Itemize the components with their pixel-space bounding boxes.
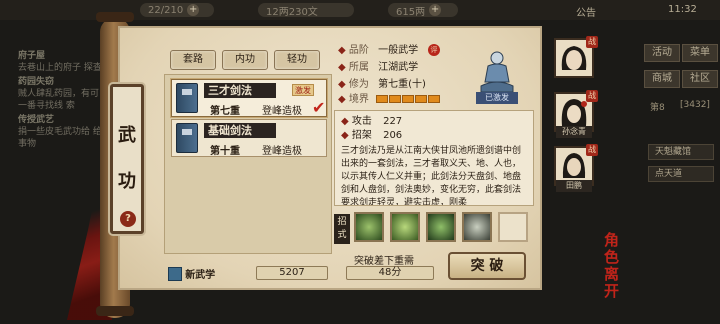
realm-label: 境界 bbox=[348, 94, 369, 105]
book-icon bbox=[176, 83, 198, 113]
cultivation-row: ◆ 修为 第七重(十) bbox=[338, 79, 426, 90]
parry-label: 招架 bbox=[351, 130, 372, 141]
help-button[interactable]: ? bbox=[120, 211, 136, 227]
belong-label: 所属 bbox=[348, 62, 369, 73]
attack-label: 攻击 bbox=[351, 116, 372, 127]
skill-name: 三才剑法 bbox=[204, 83, 276, 98]
parry-value: 206 bbox=[383, 130, 403, 141]
attack-row: ◆ 攻击 227 bbox=[341, 116, 403, 127]
realm-segment bbox=[415, 95, 427, 103]
tab-lightness[interactable]: 轻功 bbox=[274, 50, 320, 70]
stamina-value: 22/210 bbox=[148, 4, 184, 16]
tab-inner-skill[interactable]: 内功 bbox=[222, 50, 268, 70]
book-icon bbox=[176, 123, 198, 153]
menu-button[interactable]: 菜单 bbox=[682, 44, 718, 62]
belong-row: ◆ 所属 江湖武学 bbox=[338, 62, 419, 73]
skill-stage: 登峰造极 bbox=[262, 146, 302, 157]
stamina-display: 22/210 + bbox=[140, 3, 214, 17]
grade-label: 品阶 bbox=[348, 45, 369, 56]
battle-badge: 战 bbox=[586, 36, 598, 48]
points-value: 5207 bbox=[279, 267, 305, 278]
skill-card-basic-sword[interactable]: 基础剑法 第十重 登峰造极 bbox=[171, 119, 327, 157]
realm-segment bbox=[428, 95, 440, 103]
realm-bar bbox=[376, 95, 440, 103]
skill-name: 基础剑法 bbox=[204, 123, 276, 138]
activity-button[interactable]: 活动 bbox=[644, 44, 680, 62]
scroll-cap-bottom bbox=[96, 306, 134, 316]
checkmark-icon: ✔ bbox=[312, 98, 326, 117]
silver-display: 615两 + bbox=[388, 3, 458, 18]
parry-row: ◆ 招架 206 bbox=[341, 130, 403, 141]
scroll-cap-top bbox=[96, 12, 134, 22]
breakthrough-button[interactable]: 突 破 bbox=[448, 252, 526, 280]
pavilion-pill[interactable]: 天魁藏馆 bbox=[648, 144, 714, 160]
panel-title-char-1: 武 bbox=[118, 125, 136, 146]
skill-level: 第七重 bbox=[210, 106, 240, 117]
rank-value: [3432] bbox=[680, 100, 710, 110]
attack-value: 227 bbox=[383, 116, 403, 127]
move-slot-2[interactable] bbox=[390, 212, 420, 242]
character-name: 田鹏 bbox=[556, 180, 592, 192]
move-slot-3[interactable] bbox=[426, 212, 456, 242]
skill-list: 三才剑法 第七重 登峰造极 激发 ✔ 基础剑法 第十重 登峰造极 bbox=[164, 74, 332, 254]
cultivation-value: 第七重(十) bbox=[378, 79, 426, 90]
community-button[interactable]: 社区 bbox=[682, 70, 718, 88]
tab-routine[interactable]: 套路 bbox=[170, 50, 216, 70]
cultivation-label: 修为 bbox=[348, 79, 369, 90]
points-display: 5207 bbox=[256, 266, 328, 280]
character-name: 孙念青 bbox=[556, 126, 592, 138]
copper-display: 12两230文 bbox=[258, 3, 354, 18]
realm-segment bbox=[376, 95, 388, 103]
realm-segment bbox=[402, 95, 414, 103]
new-skill-label: 新武学 bbox=[185, 270, 216, 281]
move-slot-4[interactable] bbox=[462, 212, 492, 242]
avatar-status: 已激发 bbox=[476, 92, 518, 104]
dao-pill[interactable]: 点天道 bbox=[648, 166, 714, 182]
belong-value: 江湖武学 bbox=[378, 62, 419, 73]
add-silver-button[interactable]: + bbox=[429, 4, 442, 16]
grade-value: 一般武学 bbox=[378, 45, 419, 56]
title-plate: 武 功 ? bbox=[110, 84, 144, 234]
move-slot-1[interactable] bbox=[354, 212, 384, 242]
activated-badge: 激发 bbox=[292, 84, 314, 96]
realm-row: ◆ 境界 bbox=[338, 94, 369, 105]
notice-button[interactable]: 公告 bbox=[576, 4, 596, 19]
copper-value: 12两230文 bbox=[266, 6, 318, 18]
skill-description: 三才剑法乃是从江南大侠甘凤池所遗剑谱中创出来的一套剑法，三才者取义天、地、人也，… bbox=[341, 146, 522, 206]
rank-text: 第8 bbox=[650, 103, 665, 113]
skill-description-box[interactable]: ◆ 攻击 227 ◆ 招架 206 三才剑法乃是从江南大侠甘凤池所遗剑谱中创出来… bbox=[334, 110, 534, 206]
breakthrough-value: 48分 bbox=[378, 267, 402, 278]
move-slot-5[interactable] bbox=[498, 212, 528, 242]
add-stamina-button[interactable]: + bbox=[187, 4, 200, 16]
shop-button[interactable]: 商城 bbox=[644, 70, 680, 88]
character-leave-button[interactable]: 角色 离开 bbox=[604, 232, 622, 300]
grade-seal-icon: 评 bbox=[428, 44, 440, 56]
panel-title-char-2: 功 bbox=[118, 171, 136, 192]
clock: 11:32 bbox=[668, 4, 697, 15]
moves-label: 招式 bbox=[334, 214, 350, 244]
realm-segment bbox=[389, 95, 401, 103]
new-book-icon bbox=[168, 266, 182, 281]
silver-value: 615两 bbox=[396, 6, 426, 18]
battle-badge: 战 bbox=[586, 144, 598, 156]
skill-level: 第十重 bbox=[210, 146, 240, 157]
skill-stage: 登峰造极 bbox=[262, 106, 302, 117]
meditating-figure-icon bbox=[480, 51, 514, 93]
grade-row: ◆ 品阶 一般武学 bbox=[338, 45, 419, 56]
battle-badge: 战 bbox=[586, 90, 598, 102]
skill-card-sancai[interactable]: 三才剑法 第七重 登峰造极 激发 ✔ bbox=[171, 79, 327, 117]
new-skill-button[interactable]: 新武学 bbox=[168, 266, 215, 281]
breakthrough-cost: 48分 bbox=[346, 266, 434, 280]
breakthrough-label: 突破差下重需 bbox=[354, 256, 414, 267]
